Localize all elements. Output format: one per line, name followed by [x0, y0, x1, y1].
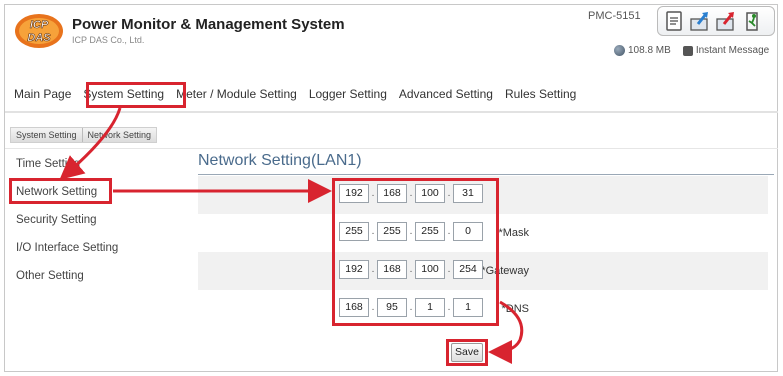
section-title: Network Setting(LAN1) — [198, 152, 362, 169]
mask-label: *Mask — [498, 227, 529, 239]
highlight-network-setting — [9, 178, 112, 204]
breadcrumb-network-setting[interactable]: Network Setting — [83, 128, 157, 142]
instant-message-link[interactable]: Instant Message — [696, 45, 769, 56]
breadcrumb: System Setting Network Setting — [10, 127, 158, 143]
highlight-save-button — [446, 339, 488, 366]
status-bar: 108.8 MB Instant Message — [614, 45, 769, 56]
message-icon — [682, 45, 693, 56]
breadcrumb-rule — [5, 148, 778, 149]
memory-icon — [614, 45, 625, 56]
sidebar-item-time-setting[interactable]: Time Setting — [16, 158, 80, 170]
logout-icon[interactable] — [742, 10, 764, 32]
download-icon[interactable] — [715, 10, 737, 32]
document-icon[interactable] — [663, 10, 685, 32]
menu-rules-setting[interactable]: Rules Setting — [499, 82, 582, 106]
menu-main-page[interactable]: Main Page — [8, 82, 77, 106]
company-logo: ICP DAS — [14, 12, 64, 50]
sidebar-item-io-interface-setting[interactable]: I/O Interface Setting — [16, 242, 118, 254]
menu-divider — [5, 111, 778, 113]
dns-label: *DNS — [501, 303, 529, 315]
menu-meter-module-setting[interactable]: Meter / Module Setting — [170, 82, 303, 106]
menu-logger-setting[interactable]: Logger Setting — [303, 82, 393, 106]
upload-icon[interactable] — [689, 10, 711, 32]
device-model: PMC-5151 — [588, 10, 641, 22]
menu-advanced-setting[interactable]: Advanced Setting — [393, 82, 499, 106]
breadcrumb-system-setting[interactable]: System Setting — [11, 128, 82, 142]
toolbar — [657, 6, 775, 36]
title-rule — [198, 174, 774, 175]
sidebar-item-other-setting[interactable]: Other Setting — [16, 270, 84, 282]
highlight-system-setting — [86, 82, 186, 108]
svg-text:ICP: ICP — [30, 19, 49, 31]
memory-value: 108.8 MB — [628, 45, 671, 56]
app-title: Power Monitor & Management System — [72, 16, 345, 33]
sidebar-item-security-setting[interactable]: Security Setting — [16, 214, 97, 226]
svg-text:DAS: DAS — [27, 32, 51, 44]
company-name: ICP DAS Co., Ltd. — [72, 35, 145, 45]
highlight-ip-fields — [332, 178, 499, 326]
